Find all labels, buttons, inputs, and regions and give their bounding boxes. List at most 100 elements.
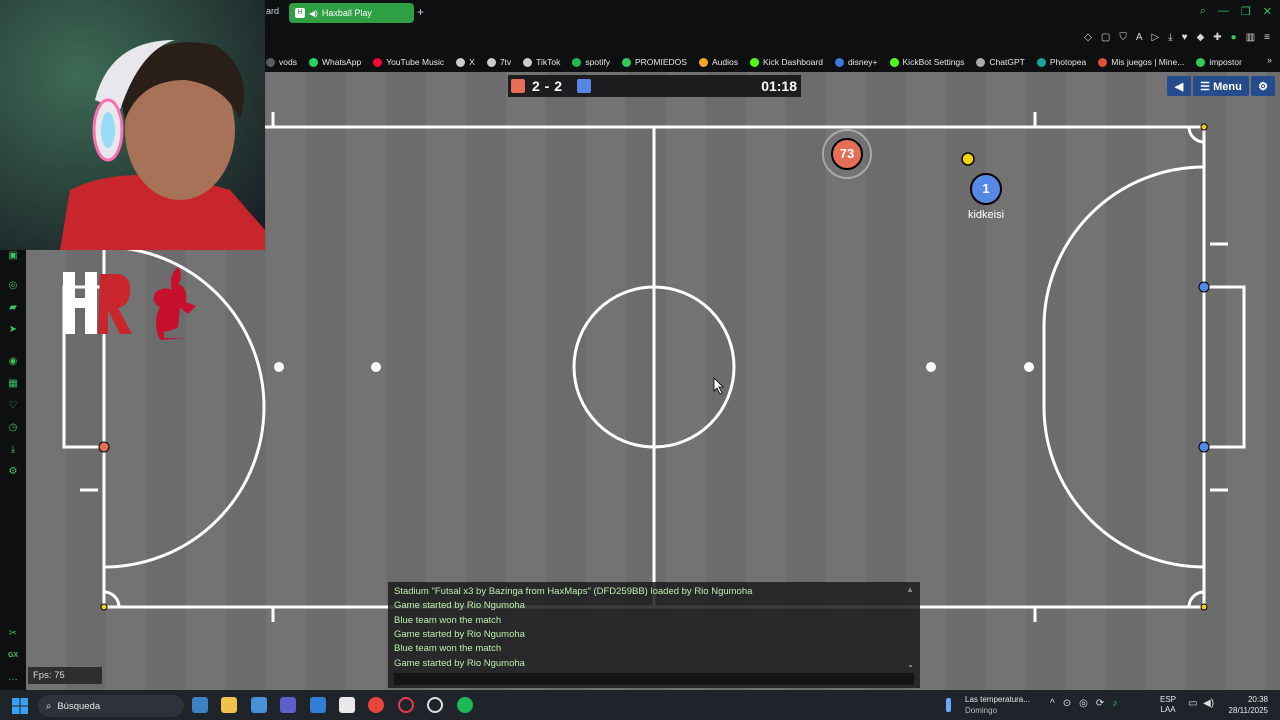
- search-icon: ⌕: [46, 700, 52, 712]
- fps-counter: Fps: 75: [28, 667, 102, 684]
- bookmark-item[interactable]: KickBot Settings: [889, 57, 964, 67]
- maximize-icon[interactable]: ❐: [1241, 5, 1251, 18]
- teams-app-icon[interactable]: [280, 697, 296, 713]
- microphone-icon[interactable]: ♪: [1112, 698, 1117, 709]
- bookmark-item[interactable]: Mis juegos | Mine...: [1098, 57, 1184, 67]
- shield-icon[interactable]: ⛉: [1119, 32, 1127, 43]
- opera-gx-icon[interactable]: [398, 697, 414, 713]
- obs-icon[interactable]: [427, 697, 443, 713]
- chrome-icon[interactable]: [368, 697, 384, 713]
- sidebar-tools-icon[interactable]: ✂: [7, 628, 19, 640]
- bookmark-item[interactable]: ChatGPT: [976, 57, 1025, 67]
- bookmark-item[interactable]: vods: [266, 57, 297, 67]
- new-tab-button[interactable]: +: [417, 5, 424, 19]
- blue-player-name: kidkeisi: [967, 209, 1005, 221]
- thermometer-icon: [946, 698, 951, 712]
- bookmark-item[interactable]: Audios: [698, 57, 738, 67]
- bookmark-icon[interactable]: ◇: [1084, 32, 1092, 43]
- bookmark-favicon-icon: [456, 57, 466, 67]
- chevron-up-icon[interactable]: ^: [1050, 698, 1055, 709]
- taskbar-search[interactable]: ⌕ Búsqueda: [38, 695, 184, 717]
- gear-icon[interactable]: ⚙: [1251, 76, 1275, 96]
- sidebar-spotify-icon[interactable]: ◉: [7, 356, 19, 368]
- play-icon[interactable]: ▷: [1152, 32, 1160, 43]
- chat-input[interactable]: [394, 673, 914, 685]
- lang-bottom: LAA: [1160, 705, 1176, 714]
- bookmark-item[interactable]: PROMIEDOS: [622, 57, 687, 67]
- bookmark-item[interactable]: Photopea: [1036, 57, 1086, 67]
- close-icon[interactable]: ✕: [1263, 5, 1272, 18]
- chat-message: Blue team won the match: [394, 643, 502, 655]
- bookmark-favicon-icon: [308, 57, 318, 67]
- bookmark-item[interactable]: YouTube Music: [373, 57, 444, 67]
- clock[interactable]: 20:38 28/11/2025: [1229, 694, 1268, 716]
- weather-widget[interactable]: Las temperatura... Domingo: [946, 694, 1030, 716]
- extension-icon[interactable]: ◆: [1197, 32, 1205, 43]
- tray-app-icon[interactable]: ⊙: [1063, 698, 1071, 709]
- bookmarks-more-button[interactable]: »: [1267, 55, 1272, 65]
- bookmark-item[interactable]: 7tv: [486, 57, 511, 67]
- bookmark-favicon-icon: [1098, 57, 1108, 67]
- sidebar-icon[interactable]: ▥: [1246, 32, 1255, 43]
- speaker-icon[interactable]: ◀: [1167, 76, 1191, 96]
- bookmark-favicon-icon: [834, 57, 844, 67]
- snapshot-icon[interactable]: ▢: [1101, 32, 1110, 43]
- bookmark-favicon-icon: [1036, 57, 1046, 67]
- spotify-icon[interactable]: [457, 697, 473, 713]
- sidebar-chat-icon[interactable]: ◎: [7, 280, 19, 292]
- translate-icon[interactable]: A: [1136, 32, 1143, 43]
- search-icon[interactable]: ⌕: [1200, 5, 1206, 18]
- sidebar-download-icon[interactable]: ⤓: [7, 444, 19, 456]
- sidebar-clock-icon[interactable]: ◷: [7, 422, 19, 434]
- heart-icon[interactable]: ♥: [1182, 32, 1188, 43]
- chat-message: Game started by Rio Ngumoha: [394, 657, 525, 669]
- bookmark-label: Audios: [711, 57, 738, 67]
- tray-opera-icon[interactable]: ◎: [1079, 698, 1088, 709]
- minimize-icon[interactable]: —: [1218, 5, 1229, 18]
- bookmark-item[interactable]: X: [456, 57, 475, 67]
- language-indicator[interactable]: ESP LAA: [1160, 695, 1176, 715]
- chat-panel: ▲ Stadium "Futsal x3 by Bazinga from Hax…: [388, 582, 920, 688]
- sidebar-heart-icon[interactable]: ♡: [7, 400, 19, 412]
- profile-icon[interactable]: ●: [1231, 32, 1237, 43]
- bookmark-label: X: [469, 57, 475, 67]
- sidebar-more-icon[interactable]: …: [7, 672, 19, 684]
- bookmark-favicon-icon: [889, 57, 899, 67]
- chevron-up-icon[interactable]: ▲: [906, 585, 914, 594]
- sidebar-gx-icon[interactable]: GX: [7, 650, 19, 662]
- network-icon[interactable]: ▭: [1188, 698, 1197, 709]
- bookmark-item[interactable]: impostor: [1196, 57, 1242, 67]
- bookmark-favicon-icon: [622, 57, 631, 67]
- sidebar-mail-icon[interactable]: ▣: [7, 250, 19, 262]
- sidebar-telegram-icon[interactable]: ➤: [7, 324, 19, 336]
- file-explorer-icon[interactable]: [221, 697, 237, 713]
- snipping-tool-icon[interactable]: [339, 697, 355, 713]
- windows-start-icon[interactable]: [12, 698, 28, 714]
- sidebar-settings-icon[interactable]: ⚙: [7, 466, 19, 478]
- bookmark-item[interactable]: TikTok: [523, 57, 560, 67]
- store-app-icon[interactable]: [192, 697, 208, 713]
- sidebar-twitch-icon[interactable]: ▰: [7, 302, 19, 314]
- puzzle-icon[interactable]: ✚: [1213, 32, 1221, 43]
- bookmark-item[interactable]: Kick Dashboard: [749, 57, 823, 67]
- tray-sync-icon[interactable]: ⟳: [1096, 698, 1104, 709]
- tab-partial[interactable]: ard: [266, 6, 279, 16]
- chevron-down-icon[interactable]: ⌄: [907, 660, 914, 669]
- menu-button[interactable]: ☰ Menu: [1193, 76, 1249, 96]
- download-icon[interactable]: ⤓: [1168, 32, 1172, 43]
- menu-icon[interactable]: ≡: [1264, 32, 1270, 43]
- notepad-app-icon[interactable]: [310, 697, 326, 713]
- sidebar-grid-icon[interactable]: ▦: [7, 378, 19, 390]
- webcam-overlay: [0, 0, 265, 250]
- bookmark-item[interactable]: spotify: [572, 57, 610, 67]
- bookmark-favicon-icon: [1196, 57, 1206, 67]
- tab-label: Haxball Play: [321, 8, 372, 18]
- bookmark-favicon-icon: [698, 57, 708, 67]
- bookmark-label: TikTok: [536, 57, 561, 67]
- bookmark-favicon-icon: [486, 57, 496, 67]
- volume-icon[interactable]: ◀): [1203, 698, 1214, 709]
- tab-haxball[interactable]: H ◀) Haxball Play: [289, 3, 414, 23]
- calculator-app-icon[interactable]: [251, 697, 267, 713]
- bookmark-item[interactable]: disney+: [834, 57, 878, 67]
- bookmark-item[interactable]: WhatsApp: [308, 57, 361, 67]
